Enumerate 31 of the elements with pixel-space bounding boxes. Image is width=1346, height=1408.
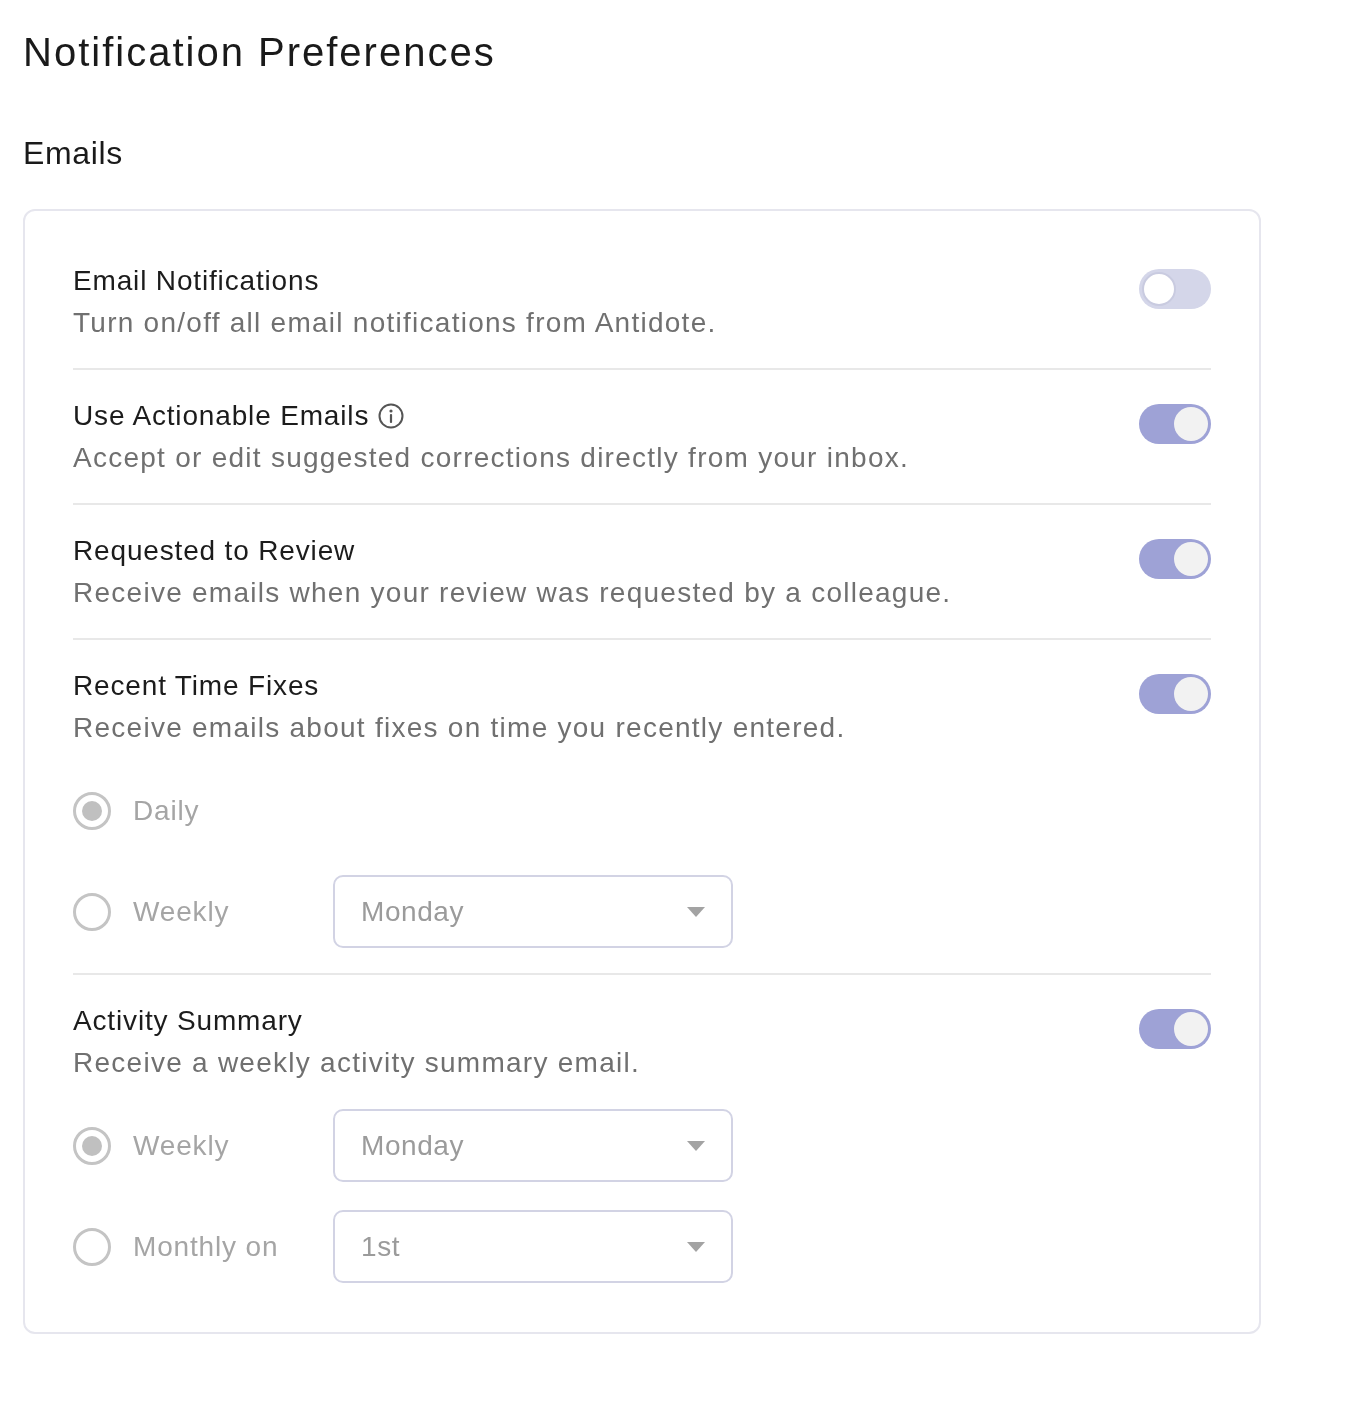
setting-description: Receive emails about fixes on time you recently entered.	[73, 711, 846, 745]
setting-title: Recent Time Fixes	[73, 669, 320, 703]
setting-description: Receive emails when your review was requested by a colleague.	[73, 576, 952, 610]
option-label: Weekly	[133, 894, 230, 929]
dropdown[interactable]: Monday	[333, 875, 733, 948]
setting-title: Email Notifications	[73, 264, 320, 298]
setting-title: Activity Summary	[73, 1004, 303, 1038]
toggle-switch[interactable]	[1139, 269, 1211, 309]
setting-description: Turn on/off all email notifications from Antidote.	[73, 306, 717, 340]
page-title: Notification Preferences	[23, 29, 496, 76]
caret-icon	[687, 906, 705, 917]
setting-title: Use Actionable Emails	[73, 399, 370, 433]
setting-description: Receive a weekly activity summary email.	[73, 1046, 640, 1080]
caret-icon	[687, 1241, 705, 1252]
toggle-switch[interactable]	[1139, 404, 1211, 444]
section-title: Emails	[23, 134, 123, 173]
toggle-switch[interactable]	[1139, 539, 1211, 579]
dropdown[interactable]: 1st	[333, 1210, 733, 1283]
toggle-switch[interactable]	[1139, 1009, 1211, 1049]
caret-icon	[687, 1140, 705, 1151]
option-label: Daily	[133, 793, 200, 828]
option-label: Weekly	[133, 1128, 230, 1163]
option-label: Monthly on	[133, 1229, 279, 1264]
setting-description: Accept or edit suggested corrections directly from your inbox.	[73, 441, 910, 475]
dropdown[interactable]: Monday	[333, 1109, 733, 1182]
radio-button[interactable]	[73, 1126, 111, 1165]
radio-button[interactable]	[73, 1227, 111, 1266]
toggle-switch[interactable]	[1139, 674, 1211, 714]
setting-title: Requested to Review	[73, 534, 356, 568]
radio-button[interactable]	[73, 892, 111, 931]
radio-button[interactable]	[73, 791, 111, 830]
